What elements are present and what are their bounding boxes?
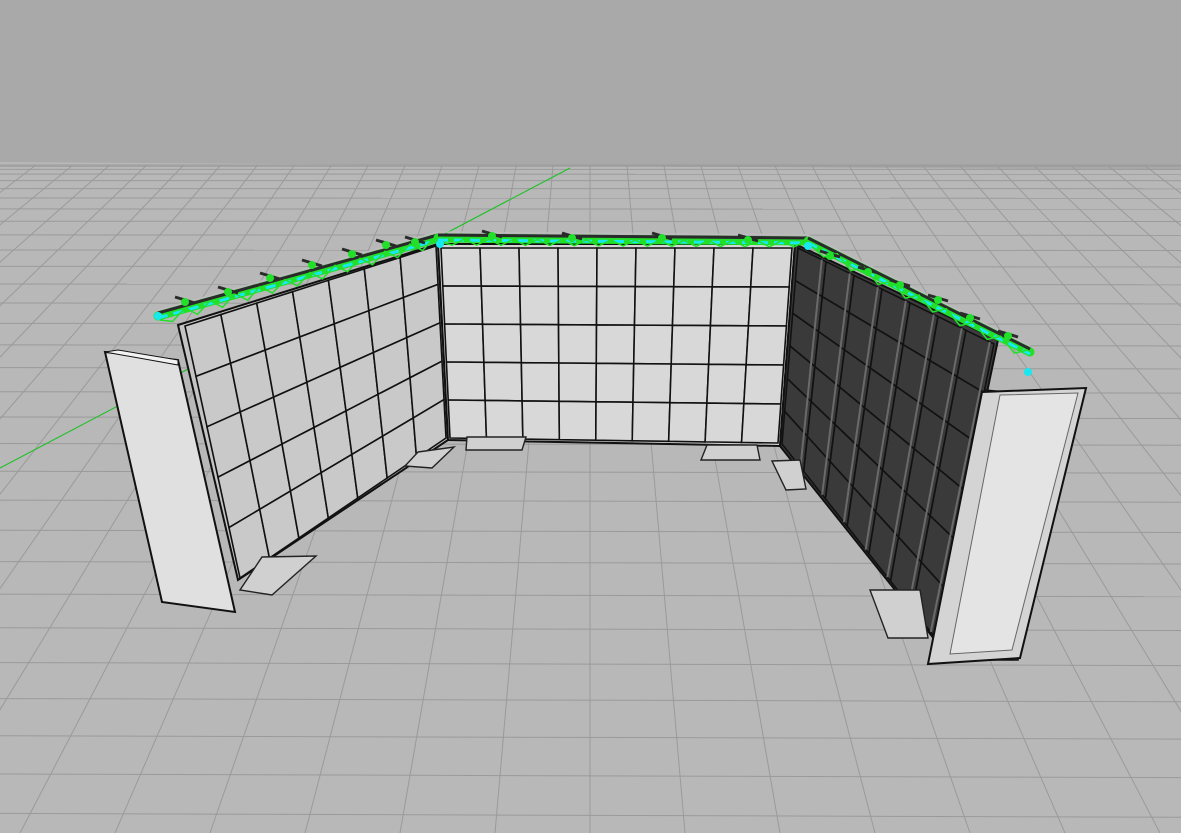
wall-foot bbox=[465, 436, 527, 451]
wall-tile bbox=[669, 363, 710, 404]
clamp-pin-icon bbox=[826, 252, 834, 260]
wall-tile bbox=[706, 363, 747, 405]
wall-tile bbox=[520, 361, 560, 403]
wall-tile bbox=[707, 324, 750, 366]
clamp-pin-icon bbox=[744, 236, 752, 244]
wall-tile bbox=[447, 399, 488, 440]
rail-endpoint bbox=[436, 240, 444, 248]
clamp-pin-icon bbox=[224, 288, 232, 296]
wall-tile bbox=[632, 362, 673, 404]
wall-tile bbox=[518, 285, 560, 326]
wall-tile bbox=[557, 362, 598, 403]
clamp-pin-icon bbox=[382, 241, 390, 249]
wall-tile bbox=[631, 401, 671, 443]
wall-tile bbox=[704, 402, 745, 444]
wall-tile bbox=[595, 285, 637, 326]
wall-tile bbox=[595, 247, 637, 288]
wall-tile bbox=[745, 324, 788, 366]
wall-tile bbox=[558, 400, 597, 442]
clamp-pin-icon bbox=[966, 314, 974, 322]
wall-tile bbox=[670, 324, 712, 366]
clamp-pin-icon bbox=[934, 296, 942, 304]
back-wall[interactable] bbox=[436, 243, 797, 448]
wall-tile bbox=[595, 362, 635, 404]
wall-tile bbox=[742, 363, 785, 405]
wall-tile bbox=[709, 285, 752, 327]
wall-tile bbox=[667, 401, 708, 443]
wall-tile bbox=[483, 361, 523, 402]
wall-tile bbox=[594, 400, 634, 442]
wall-tile bbox=[484, 399, 524, 440]
wall-tile bbox=[632, 324, 674, 365]
wall-tile bbox=[633, 285, 675, 327]
wall-tile bbox=[443, 323, 485, 364]
scene-canvas[interactable] bbox=[0, 0, 1181, 833]
wall-tile bbox=[711, 247, 754, 288]
wall-tile bbox=[518, 247, 560, 288]
clamp-pin-icon bbox=[1004, 332, 1012, 340]
rail-endpoint bbox=[154, 312, 162, 320]
wall-tile bbox=[671, 285, 714, 327]
clamp-pin-icon bbox=[896, 281, 904, 289]
wall-tile bbox=[740, 402, 782, 444]
wall-tile bbox=[519, 323, 560, 364]
wall-tile bbox=[557, 323, 598, 365]
wall-tile bbox=[481, 323, 523, 364]
wall-tile bbox=[445, 361, 486, 402]
rail-endpoint bbox=[804, 242, 812, 250]
wall-tile bbox=[521, 400, 561, 441]
wall-tile bbox=[557, 285, 598, 326]
wall-tile bbox=[441, 285, 484, 326]
wall-foot bbox=[699, 444, 761, 461]
clamp-pin-icon bbox=[658, 234, 666, 242]
back-wall-grid bbox=[440, 247, 793, 444]
clamp-pin-icon bbox=[308, 261, 316, 269]
clamp-pin-icon bbox=[488, 232, 496, 240]
clamp-pin-icon bbox=[568, 234, 576, 242]
wall-tile bbox=[480, 285, 522, 326]
wall-tile bbox=[634, 247, 676, 288]
3d-viewport[interactable] bbox=[0, 0, 1181, 833]
clamp-pin-icon bbox=[411, 238, 419, 246]
wall-tile bbox=[440, 247, 483, 287]
wall-tile bbox=[595, 324, 636, 365]
clamp-pin-icon bbox=[348, 250, 356, 258]
rail-endpoint bbox=[1024, 368, 1032, 376]
wall-tile bbox=[479, 247, 521, 288]
wall-tile bbox=[557, 247, 598, 288]
wall-tile bbox=[749, 247, 793, 288]
wall-tile bbox=[747, 286, 791, 327]
clamp-pin-icon bbox=[266, 274, 274, 282]
clamp-pin-icon bbox=[864, 268, 872, 276]
clamp-pin-icon bbox=[181, 298, 189, 306]
wall-tile bbox=[672, 247, 715, 288]
